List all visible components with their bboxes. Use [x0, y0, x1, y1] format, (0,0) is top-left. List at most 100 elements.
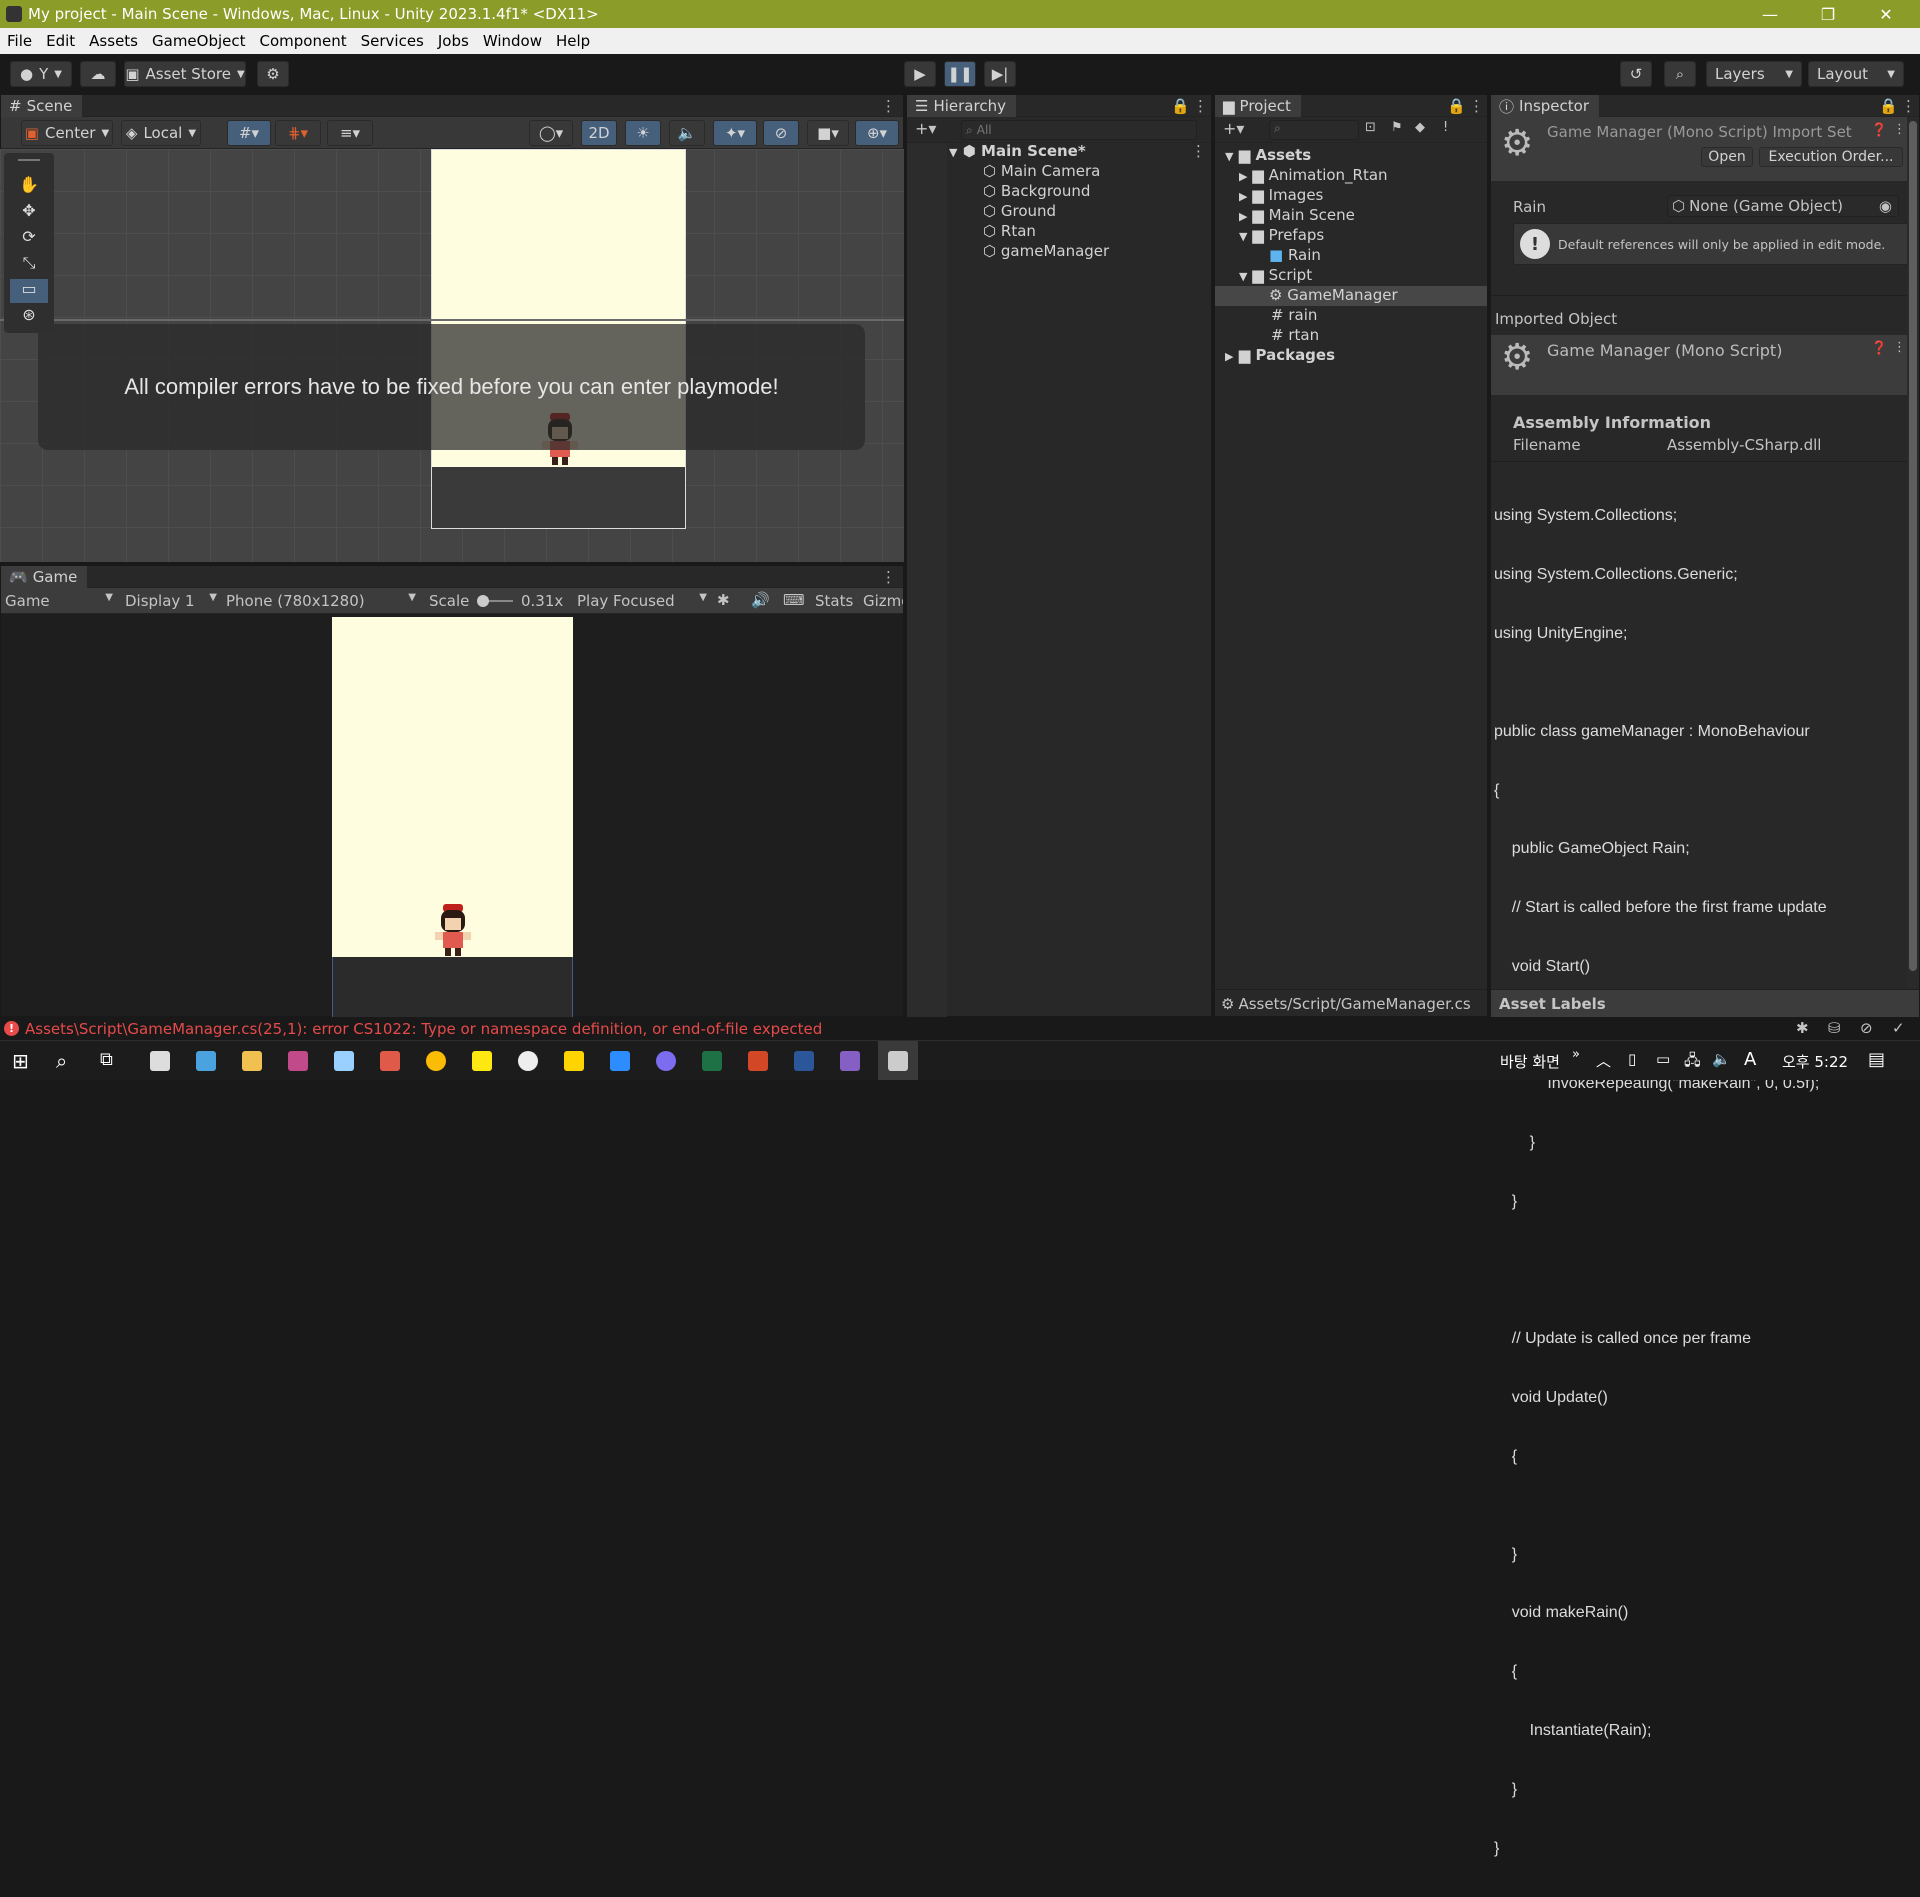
- packages-folder-row[interactable]: ▶ ▆ Packages: [1225, 346, 1335, 364]
- menu-assets[interactable]: Assets: [82, 32, 145, 50]
- scene-menu-icon[interactable]: ⋮: [1191, 142, 1206, 160]
- menu-component[interactable]: Component: [253, 32, 354, 50]
- resolution-select[interactable]: Phone (780x1280) ▼: [226, 592, 416, 610]
- script-rain[interactable]: # rain: [1271, 306, 1317, 324]
- desktop-toolbar-label[interactable]: 바탕 화면: [1500, 1051, 1560, 1072]
- hierarchy-search-input[interactable]: ⌕ All: [961, 120, 1197, 140]
- more-options-icon[interactable]: ⋮: [881, 97, 896, 115]
- cloud-button[interactable]: ☁: [80, 61, 116, 87]
- stats-button[interactable]: Stats: [815, 592, 853, 610]
- scene-root-row[interactable]: ▼ ⬢ Main Scene*: [949, 142, 1086, 160]
- chevron-up-icon[interactable]: ︿: [1596, 1050, 1611, 1071]
- layout-dropdown[interactable]: Layout ▼: [1808, 61, 1904, 87]
- kakaotalk-icon[interactable]: [472, 1051, 492, 1071]
- rect-tool-icon[interactable]: ▭: [10, 279, 48, 303]
- bug-icon[interactable]: ✱: [717, 591, 730, 609]
- hierarchy-item-background[interactable]: ⬡ Background: [983, 182, 1090, 200]
- 2d-toggle[interactable]: 2D: [581, 120, 617, 146]
- scale-slider[interactable]: [477, 595, 513, 607]
- open-button[interactable]: Open: [1701, 147, 1753, 167]
- excel-icon[interactable]: [702, 1051, 722, 1071]
- mute-audio-icon[interactable]: 🔊: [751, 591, 770, 609]
- lock-icon[interactable]: 🔒: [1171, 97, 1190, 115]
- check-icon[interactable]: ✓: [1892, 1019, 1905, 1037]
- move-tool-icon[interactable]: ✥: [10, 201, 48, 225]
- script-gamemanager[interactable]: ⚙ GameManager: [1269, 286, 1398, 304]
- play-mode-select[interactable]: Play Focused ▼: [577, 592, 707, 610]
- account-dropdown[interactable]: ● Y ▼: [10, 61, 72, 87]
- transform-tool-icon[interactable]: ⊛: [10, 305, 48, 329]
- keyboard-icon[interactable]: ⌨: [783, 591, 805, 609]
- close-button[interactable]: ✕: [1857, 0, 1915, 28]
- script-rtan[interactable]: # rtan: [1271, 326, 1319, 344]
- search-by-label-icon[interactable]: ⚑: [1391, 120, 1403, 135]
- debug-icon[interactable]: ✱: [1796, 1019, 1809, 1037]
- ime-indicator[interactable]: A: [1744, 1049, 1756, 1070]
- powerpoint-icon[interactable]: [748, 1051, 768, 1071]
- grid-snap-button[interactable]: #▾: [227, 120, 271, 146]
- create-button[interactable]: +▾: [915, 119, 936, 138]
- tab-project[interactable]: ▆ Project: [1215, 95, 1301, 117]
- tab-hierarchy[interactable]: ☰ Hierarchy: [907, 95, 1016, 117]
- scale-tool-icon[interactable]: ⤡: [10, 253, 48, 277]
- taskbar-app-icon[interactable]: [334, 1051, 354, 1071]
- menu-help[interactable]: Help: [549, 32, 597, 50]
- gizmos-button[interactable]: Gizmo: [863, 592, 903, 610]
- hierarchy-item-gamemanager[interactable]: ⬡ gameManager: [983, 242, 1109, 260]
- search-button[interactable]: ⌕: [1664, 61, 1696, 87]
- folder-prefaps[interactable]: ▼ ▆ Prefaps: [1239, 226, 1324, 244]
- unity-icon[interactable]: [888, 1051, 908, 1071]
- help-icon[interactable]: ❓: [1871, 341, 1887, 356]
- asset-labels-section[interactable]: Asset Labels: [1491, 989, 1919, 1017]
- inspector-scrollbar-thumb[interactable]: [1909, 121, 1917, 971]
- hidden-objects-toggle[interactable]: ⊘: [763, 120, 799, 146]
- folder-script[interactable]: ▼ ▆ Script: [1239, 266, 1312, 284]
- help-icon[interactable]: ❓: [1871, 123, 1887, 138]
- undo-history-button[interactable]: ↺: [1620, 61, 1652, 87]
- tab-inspector[interactable]: ⓘ Inspector: [1491, 95, 1599, 117]
- lock-icon[interactable]: 🔒: [1879, 97, 1898, 115]
- step-button[interactable]: ▶|: [984, 61, 1016, 87]
- create-button[interactable]: +▾: [1223, 119, 1244, 138]
- discord-icon[interactable]: [656, 1051, 676, 1071]
- inspector-scrollbar[interactable]: [1907, 117, 1919, 989]
- taskbar-app-icon[interactable]: [610, 1051, 630, 1071]
- menu-file[interactable]: File: [0, 32, 39, 50]
- taskbar-app-icon[interactable]: [288, 1051, 308, 1071]
- network-icon[interactable]: 🖧: [1684, 1050, 1701, 1075]
- taskbar-app-icon[interactable]: [150, 1051, 170, 1071]
- cache-server-icon[interactable]: ⛁: [1828, 1019, 1841, 1037]
- sticky-notes-icon[interactable]: [564, 1051, 584, 1071]
- hand-tool-icon[interactable]: ✋: [10, 175, 48, 199]
- windows-start-icon[interactable]: ⊞: [12, 1049, 29, 1073]
- battery-icon[interactable]: ▭: [1656, 1050, 1670, 1068]
- more-options-icon[interactable]: ⋮: [1469, 97, 1484, 115]
- rain-object-field[interactable]: ⬡ None (Game Object) ◉: [1667, 195, 1899, 217]
- prefab-rain[interactable]: ■ Rain: [1269, 246, 1321, 264]
- game-view-select[interactable]: Game ▼: [5, 592, 113, 610]
- progress-icon[interactable]: ⊘: [1860, 1019, 1873, 1037]
- project-search-input[interactable]: ⌕: [1269, 120, 1359, 140]
- visual-studio-icon[interactable]: [840, 1051, 860, 1071]
- taskbar-app-icon[interactable]: [380, 1051, 400, 1071]
- layers-dropdown[interactable]: Layers ▼: [1706, 61, 1802, 87]
- lighting-toggle[interactable]: ☀: [625, 120, 661, 146]
- menu-jobs[interactable]: Jobs: [431, 32, 476, 50]
- folder-images[interactable]: ▶ ▆ Images: [1239, 186, 1323, 204]
- scene-viewport[interactable]: All compiler errors have to be fixed bef…: [0, 149, 904, 562]
- usb-icon[interactable]: ▯: [1628, 1050, 1636, 1068]
- grid-visibility-button[interactable]: ≡▾: [327, 120, 373, 146]
- search-by-type-icon[interactable]: ⊡: [1365, 120, 1376, 135]
- play-button[interactable]: ▶: [904, 61, 936, 87]
- volume-icon[interactable]: 🔈: [1712, 1050, 1731, 1068]
- warning-icon[interactable]: !: [1443, 120, 1448, 135]
- increment-snap-button[interactable]: ⋕▾: [275, 120, 321, 146]
- taskbar-app-icon[interactable]: [518, 1051, 538, 1071]
- camera-settings-button[interactable]: ■▾: [807, 120, 849, 146]
- minimize-button[interactable]: —: [1741, 0, 1799, 28]
- more-options-icon[interactable]: ⋮: [1893, 122, 1906, 137]
- folder-main-scene[interactable]: ▶ ▆ Main Scene: [1239, 206, 1355, 224]
- menu-window[interactable]: Window: [476, 32, 549, 50]
- notification-icon[interactable]: ▤: [1868, 1049, 1885, 1070]
- calculator-icon[interactable]: [196, 1051, 216, 1071]
